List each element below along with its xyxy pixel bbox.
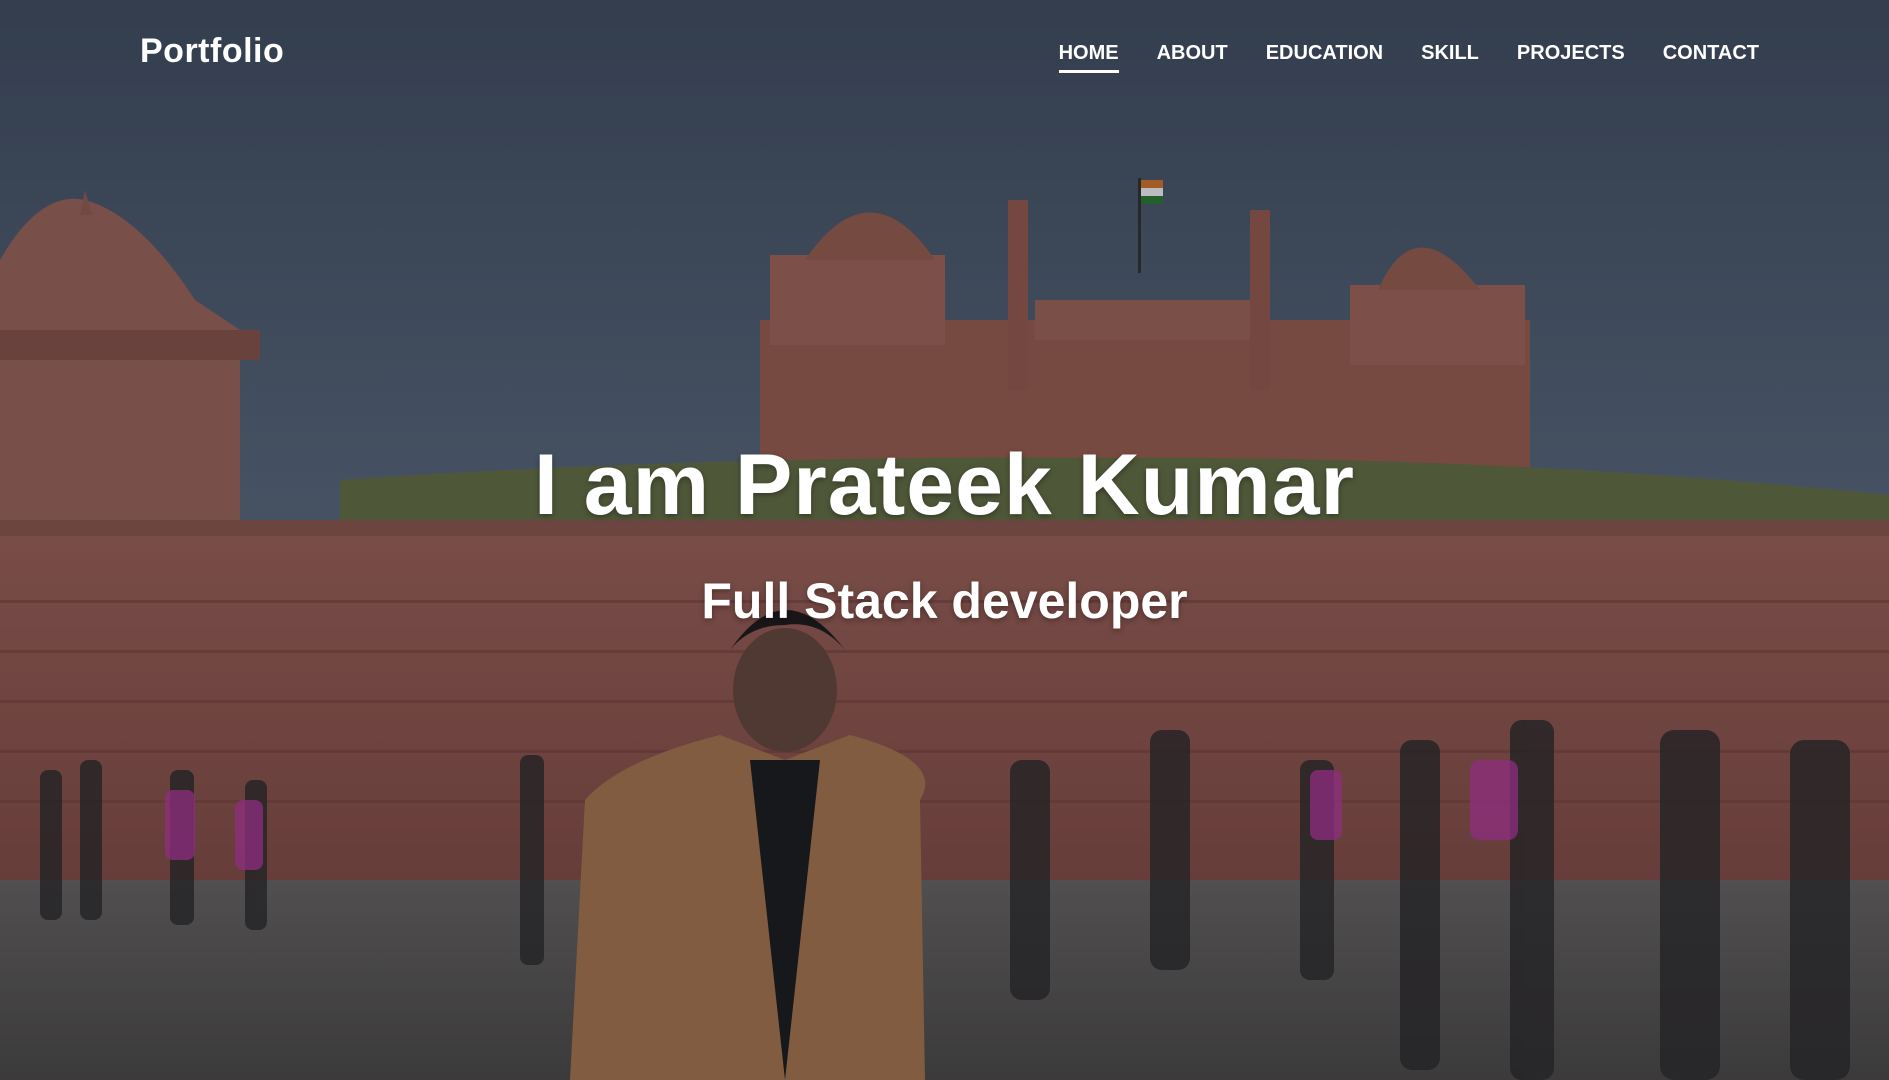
nav-link-about[interactable]: ABOUT [1157,42,1228,73]
nav-menu: HOME ABOUT EDUCATION SKILL PROJECTS CONT… [1058,42,1759,73]
hero-subtitle: Full Stack developer [701,573,1188,629]
hero-title: I am Prateek Kumar [533,437,1356,533]
nav-item-projects: PROJECTS [1517,42,1625,73]
brand-logo-link[interactable]: Portfolio [140,32,284,71]
nav-item-home: HOME [1058,42,1119,73]
nav-link-projects[interactable]: PROJECTS [1517,42,1625,73]
top-navbar: Portfolio HOME ABOUT EDUCATION SKILL PRO… [0,0,1889,108]
nav-item-skill: SKILL [1421,42,1479,73]
nav-link-contact[interactable]: CONTACT [1663,42,1759,73]
hero-section: Portfolio HOME ABOUT EDUCATION SKILL PRO… [0,0,1889,1080]
nav-item-education: EDUCATION [1266,42,1383,73]
hero-overlay [0,0,1889,1080]
nav-item-about: ABOUT [1157,42,1228,73]
nav-item-contact: CONTACT [1663,42,1759,73]
nav-link-home[interactable]: HOME [1058,42,1119,73]
nav-link-skill[interactable]: SKILL [1421,42,1479,73]
nav-link-education[interactable]: EDUCATION [1266,42,1383,73]
